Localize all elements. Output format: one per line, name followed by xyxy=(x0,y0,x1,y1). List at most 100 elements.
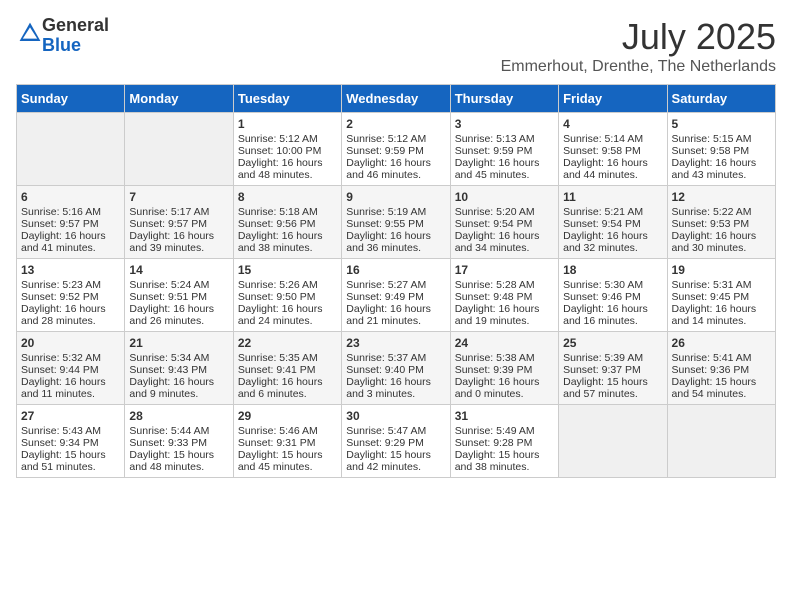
sunrise-text: Sunrise: 5:23 AM xyxy=(21,279,120,291)
day-number: 25 xyxy=(563,336,662,350)
daylight-text: Daylight: 16 hours and 21 minutes. xyxy=(346,303,445,327)
calendar-cell: 3 Sunrise: 5:13 AMSunset: 9:59 PMDaylight… xyxy=(450,113,558,186)
day-number: 10 xyxy=(455,190,554,204)
daylight-text: Daylight: 16 hours and 41 minutes. xyxy=(21,230,120,254)
sunset-text: Sunset: 9:57 PM xyxy=(21,218,120,230)
calendar-cell: 31Sunrise: 5:49 AMSunset: 9:28 PMDayligh… xyxy=(450,405,558,478)
sunrise-text: Sunrise: 5:34 AM xyxy=(129,352,228,364)
logo-icon xyxy=(18,21,42,45)
calendar-cell: 30 Sunrise: 5:47 AMSunset: 9:29 PMDayligh… xyxy=(342,405,450,478)
weekday-header: Monday xyxy=(125,85,233,113)
daylight-text: Daylight: 16 hours and 45 minutes. xyxy=(455,157,554,181)
sunset-text: Sunset: 9:43 PM xyxy=(129,364,228,376)
sunset-text: Sunset: 9:49 PM xyxy=(346,291,445,303)
sunset-text: Sunset: 9:33 PM xyxy=(129,437,228,449)
day-number: 15 xyxy=(238,263,337,277)
day-number: 8 xyxy=(238,190,337,204)
daylight-text: Daylight: 16 hours and 3 minutes. xyxy=(346,376,445,400)
day-number: 5 xyxy=(672,117,771,131)
daylight-text: Daylight: 16 hours and 14 minutes. xyxy=(672,303,771,327)
sunrise-text: Sunrise: 5:17 AM xyxy=(129,206,228,218)
sunset-text: Sunset: 9:46 PM xyxy=(563,291,662,303)
sunrise-text: Sunrise: 5:30 AM xyxy=(563,279,662,291)
sunrise-text: Sunrise: 5:47 AM xyxy=(346,425,445,437)
day-number: 6 xyxy=(21,190,120,204)
sunrise-text: Sunrise: 5:35 AM xyxy=(238,352,337,364)
sunrise-text: Sunrise: 5:19 AM xyxy=(346,206,445,218)
sunrise-text: Sunrise: 5:28 AM xyxy=(455,279,554,291)
calendar-cell: 10Sunrise: 5:20 AMSunset: 9:54 PMDayligh… xyxy=(450,186,558,259)
sunrise-text: Sunrise: 5:41 AM xyxy=(672,352,771,364)
calendar-cell: 17Sunrise: 5:28 AMSunset: 9:48 PMDayligh… xyxy=(450,259,558,332)
sunset-text: Sunset: 9:56 PM xyxy=(238,218,337,230)
day-number: 21 xyxy=(129,336,228,350)
sunrise-text: Sunrise: 5:13 AM xyxy=(455,133,554,145)
title-block: July 2025 Emmerhout, Drenthe, The Nether… xyxy=(501,16,776,76)
daylight-text: Daylight: 15 hours and 54 minutes. xyxy=(672,376,771,400)
sunset-text: Sunset: 9:45 PM xyxy=(672,291,771,303)
calendar-week-row: 13Sunrise: 5:23 AMSunset: 9:52 PMDayligh… xyxy=(17,259,776,332)
sunset-text: Sunset: 9:28 PM xyxy=(455,437,554,449)
calendar-cell: 13Sunrise: 5:23 AMSunset: 9:52 PMDayligh… xyxy=(17,259,125,332)
logo-text: General Blue xyxy=(42,16,109,56)
logo: General Blue xyxy=(16,16,109,56)
weekday-header: Thursday xyxy=(450,85,558,113)
day-number: 17 xyxy=(455,263,554,277)
sunset-text: Sunset: 9:37 PM xyxy=(563,364,662,376)
calendar-cell: 4Sunrise: 5:14 AMSunset: 9:58 PMDaylight… xyxy=(559,113,667,186)
day-number: 30 xyxy=(346,409,445,423)
sunset-text: Sunset: 9:31 PM xyxy=(238,437,337,449)
weekday-header: Friday xyxy=(559,85,667,113)
daylight-text: Daylight: 16 hours and 30 minutes. xyxy=(672,230,771,254)
daylight-text: Daylight: 15 hours and 42 minutes. xyxy=(346,449,445,473)
day-number: 19 xyxy=(672,263,771,277)
calendar-cell: 6Sunrise: 5:16 AMSunset: 9:57 PMDaylight… xyxy=(17,186,125,259)
weekday-header: Saturday xyxy=(667,85,775,113)
calendar-week-row: 27Sunrise: 5:43 AMSunset: 9:34 PMDayligh… xyxy=(17,405,776,478)
calendar-cell: 22Sunrise: 5:35 AMSunset: 9:41 PMDayligh… xyxy=(233,332,341,405)
calendar-cell: 14Sunrise: 5:24 AMSunset: 9:51 PMDayligh… xyxy=(125,259,233,332)
daylight-text: Daylight: 15 hours and 48 minutes. xyxy=(129,449,228,473)
daylight-text: Daylight: 15 hours and 57 minutes. xyxy=(563,376,662,400)
day-number: 18 xyxy=(563,263,662,277)
calendar-cell: 8Sunrise: 5:18 AMSunset: 9:56 PMDaylight… xyxy=(233,186,341,259)
sunrise-text: Sunrise: 5:22 AM xyxy=(672,206,771,218)
calendar-cell xyxy=(667,405,775,478)
weekday-header-row: SundayMondayTuesdayWednesdayThursdayFrid… xyxy=(17,85,776,113)
daylight-text: Daylight: 16 hours and 34 minutes. xyxy=(455,230,554,254)
sunset-text: Sunset: 9:57 PM xyxy=(129,218,228,230)
day-number: 12 xyxy=(672,190,771,204)
calendar-week-row: 6Sunrise: 5:16 AMSunset: 9:57 PMDaylight… xyxy=(17,186,776,259)
daylight-text: Daylight: 16 hours and 46 minutes. xyxy=(346,157,445,181)
calendar-cell: 1Sunrise: 5:12 AMSunset: 10:00 PMDayligh… xyxy=(233,113,341,186)
sunset-text: Sunset: 10:00 PM xyxy=(238,145,337,157)
sunset-text: Sunset: 9:29 PM xyxy=(346,437,445,449)
sunset-text: Sunset: 9:36 PM xyxy=(672,364,771,376)
calendar-cell: 11Sunrise: 5:21 AMSunset: 9:54 PMDayligh… xyxy=(559,186,667,259)
daylight-text: Daylight: 16 hours and 32 minutes. xyxy=(563,230,662,254)
sunset-text: Sunset: 9:53 PM xyxy=(672,218,771,230)
sunset-text: Sunset: 9:59 PM xyxy=(455,145,554,157)
weekday-header: Tuesday xyxy=(233,85,341,113)
calendar-cell: 12 Sunrise: 5:22 AMSunset: 9:53 PMDayligh… xyxy=(667,186,775,259)
calendar-cell: 29Sunrise: 5:46 AMSunset: 9:31 PMDayligh… xyxy=(233,405,341,478)
sunrise-text: Sunrise: 5:49 AM xyxy=(455,425,554,437)
sunset-text: Sunset: 9:54 PM xyxy=(455,218,554,230)
calendar-cell: 20Sunrise: 5:32 AMSunset: 9:44 PMDayligh… xyxy=(17,332,125,405)
location-title: Emmerhout, Drenthe, The Netherlands xyxy=(501,58,776,76)
sunrise-text: Sunrise: 5:26 AM xyxy=(238,279,337,291)
day-number: 3 xyxy=(455,117,554,131)
calendar-cell: 7Sunrise: 5:17 AMSunset: 9:57 PMDaylight… xyxy=(125,186,233,259)
daylight-text: Daylight: 15 hours and 51 minutes. xyxy=(21,449,120,473)
daylight-text: Daylight: 16 hours and 48 minutes. xyxy=(238,157,337,181)
daylight-text: Daylight: 16 hours and 44 minutes. xyxy=(563,157,662,181)
calendar-cell: 19Sunrise: 5:31 AMSunset: 9:45 PMDayligh… xyxy=(667,259,775,332)
day-number: 26 xyxy=(672,336,771,350)
daylight-text: Daylight: 16 hours and 38 minutes. xyxy=(238,230,337,254)
day-number: 11 xyxy=(563,190,662,204)
sunset-text: Sunset: 9:59 PM xyxy=(346,145,445,157)
day-number: 2 xyxy=(346,117,445,131)
sunset-text: Sunset: 9:44 PM xyxy=(21,364,120,376)
day-number: 13 xyxy=(21,263,120,277)
calendar-week-row: 1Sunrise: 5:12 AMSunset: 10:00 PMDayligh… xyxy=(17,113,776,186)
